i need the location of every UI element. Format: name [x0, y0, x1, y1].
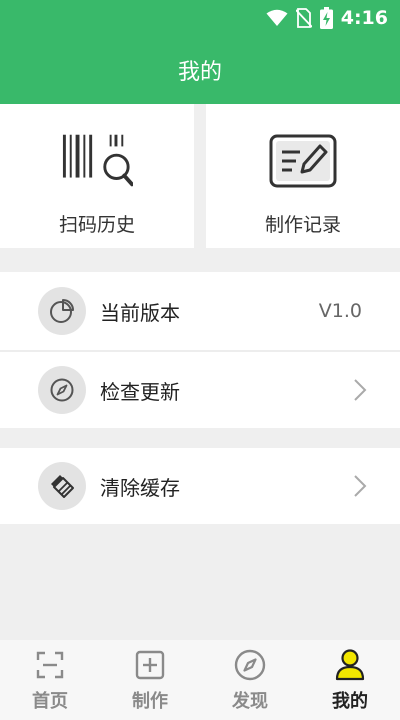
current-version-label: 当前版本	[100, 300, 180, 325]
status-bar: 4:16	[0, 0, 400, 36]
tab-make[interactable]: 制作	[100, 640, 200, 720]
no-sim-icon	[295, 8, 312, 28]
battery-charging-icon	[319, 7, 333, 29]
tab-home[interactable]: 首页	[0, 640, 100, 720]
barcode-scan-icon	[61, 132, 133, 190]
scan-frame-icon	[34, 649, 66, 681]
version-value: V1.0	[318, 300, 362, 322]
scan-history-label: 扫码历史	[58, 214, 135, 236]
make-records-card[interactable]: 制作记录	[206, 104, 400, 248]
clear-cache-label: 清除缓存	[100, 475, 180, 500]
bottom-tab-bar: 首页 制作 发现 我的	[0, 640, 400, 720]
plus-square-icon	[134, 649, 166, 681]
current-version-row: 当前版本 V1.0	[0, 272, 400, 350]
check-update-label: 检查更新	[100, 379, 180, 404]
page-title: 我的	[177, 60, 222, 85]
tab-home-label: 首页	[32, 691, 68, 712]
settings-group-info: 当前版本 V1.0 检查更新	[0, 272, 400, 428]
shortcut-cards: 扫码历史 制作记录	[0, 104, 400, 248]
chevron-right-icon	[350, 377, 370, 403]
tab-mine-label: 我的	[332, 691, 368, 712]
tab-discover-label: 发现	[232, 691, 268, 712]
settings-group-cache: 清除缓存	[0, 448, 400, 524]
check-update-row[interactable]: 检查更新	[0, 350, 400, 428]
wifi-icon	[266, 9, 288, 27]
tab-discover[interactable]: 发现	[200, 640, 300, 720]
status-time: 4:16	[340, 7, 388, 29]
person-icon	[334, 649, 366, 681]
tab-mine[interactable]: 我的	[300, 640, 400, 720]
pie-chart-icon	[38, 287, 86, 335]
app-bar: 我的	[0, 36, 400, 104]
chevron-right-icon	[350, 473, 370, 499]
tab-make-label: 制作	[132, 691, 168, 712]
make-records-label: 制作记录	[264, 214, 341, 236]
broom-icon	[38, 462, 86, 510]
scan-history-card[interactable]: 扫码历史	[0, 104, 194, 248]
compass-icon	[234, 649, 266, 681]
edit-note-icon	[267, 132, 339, 190]
compass-icon	[38, 366, 86, 414]
clear-cache-row[interactable]: 清除缓存	[0, 448, 400, 524]
